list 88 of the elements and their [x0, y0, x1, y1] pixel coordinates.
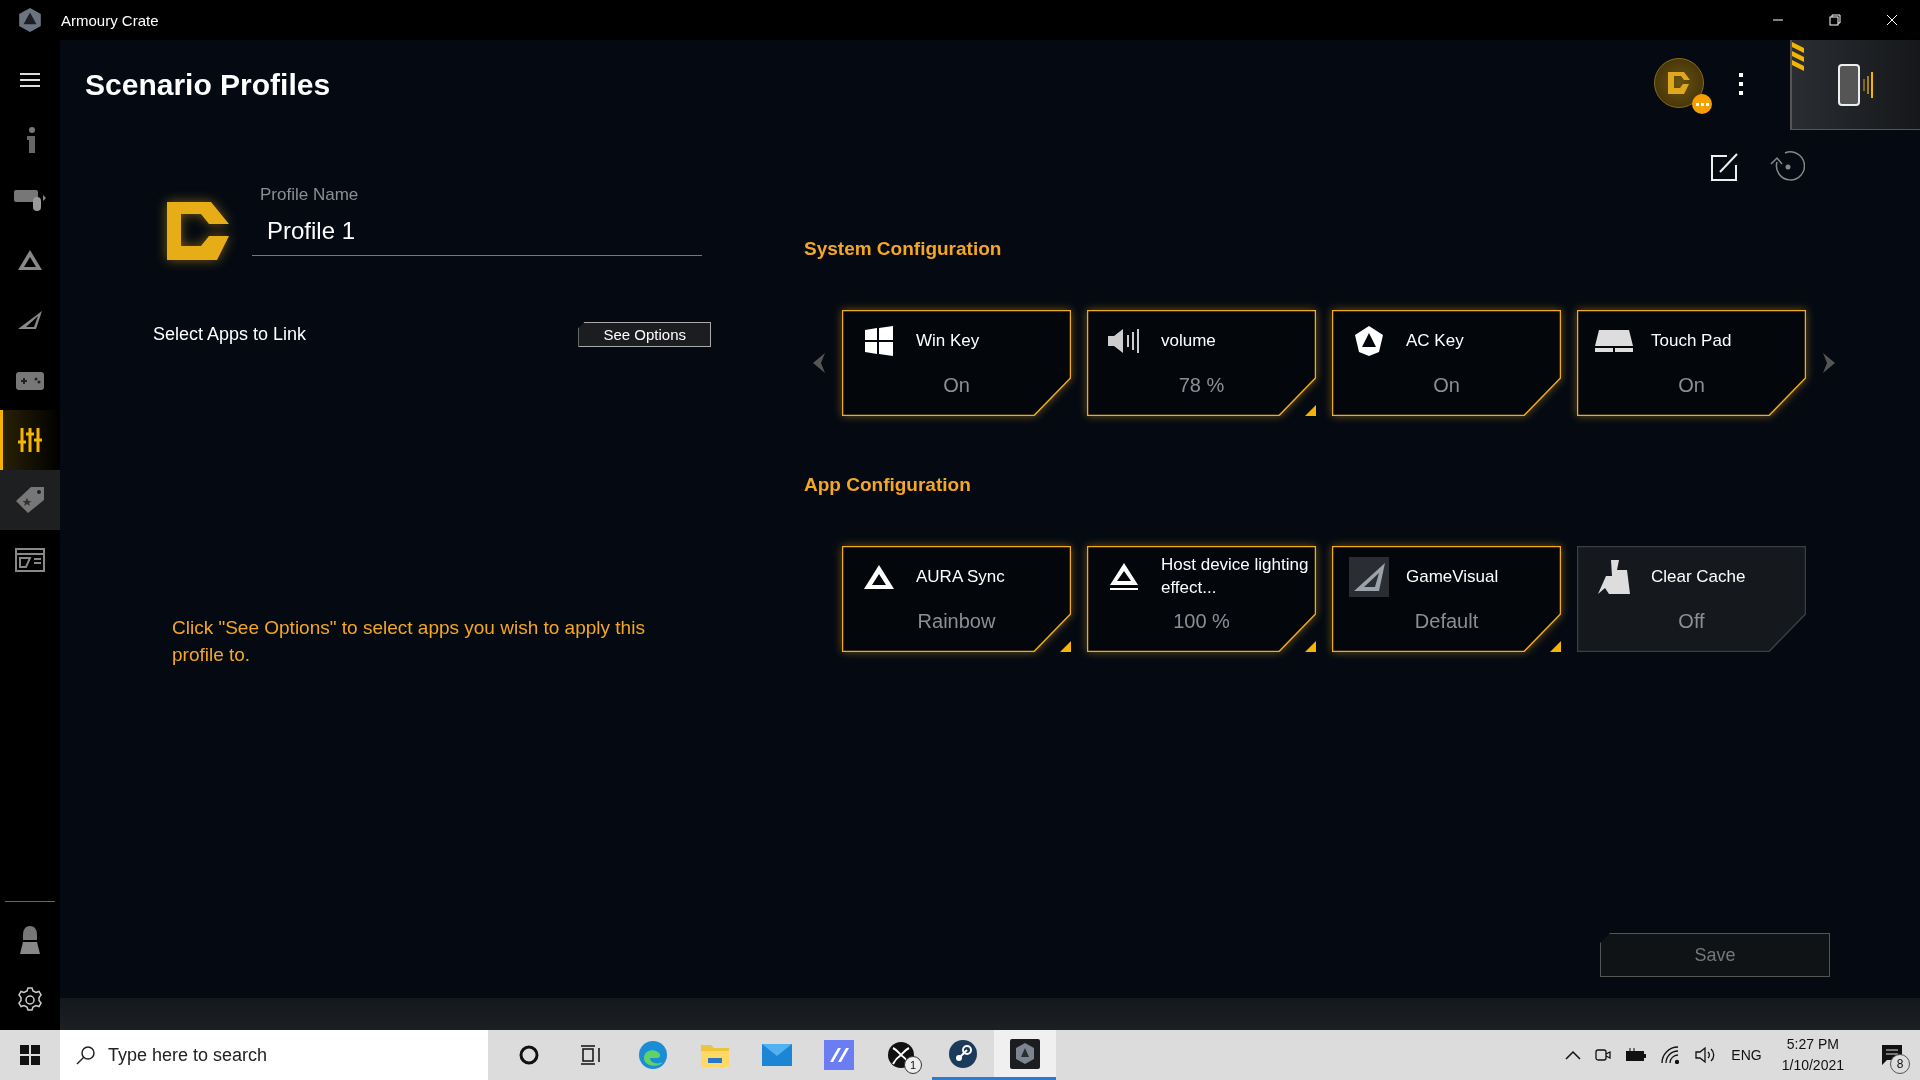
card-value: Rainbow — [916, 610, 997, 633]
device-panel-button[interactable] — [1790, 40, 1920, 130]
tag-icon — [15, 486, 45, 514]
news-panel-icon — [15, 548, 45, 572]
search-icon — [76, 1045, 96, 1065]
card-title: Clear Cache — [1651, 565, 1747, 588]
phone-signal-icon — [1837, 63, 1875, 106]
chevron-up-icon[interactable] — [1565, 1050, 1582, 1060]
slash-logo-icon — [1349, 557, 1389, 597]
notification-count: 8 — [1890, 1054, 1910, 1074]
settings-icon — [16, 986, 44, 1014]
circle-icon — [518, 1044, 540, 1066]
folder-icon — [700, 1042, 730, 1068]
close-icon — [1885, 14, 1898, 26]
page-title: Scenario Profiles — [85, 67, 331, 103]
see-options-button[interactable]: See Options — [578, 322, 711, 347]
sliders-icon — [17, 426, 43, 454]
wifi-icon[interactable] — [1661, 1046, 1682, 1064]
clock[interactable]: 5:27 PM 1/10/2021 — [1781, 1034, 1844, 1076]
battery-icon[interactable] — [1625, 1048, 1648, 1062]
card-title: Touch Pad — [1651, 329, 1733, 352]
card-value: 78 % — [1177, 374, 1226, 397]
language-indicator[interactable]: ENG — [1731, 1047, 1762, 1063]
card-title: GameVisual — [1406, 565, 1500, 588]
config-card[interactable]: volume 78 % — [1087, 310, 1316, 416]
more-options-button[interactable] — [1736, 70, 1746, 98]
touchpad-icon — [1594, 329, 1634, 353]
app-logo-icon — [1010, 1038, 1040, 1069]
config-card[interactable]: Win Key On — [842, 310, 1071, 416]
hint-text: Click "See Options" to select apps you wish to apply this profile to. — [172, 616, 646, 667]
config-card[interactable]: GameVisual Default — [1332, 546, 1561, 652]
slash-logo-icon — [16, 309, 44, 331]
d-logo-icon — [1666, 70, 1692, 96]
profile-avatar-button[interactable] — [1654, 58, 1704, 108]
card-title: Win Key — [916, 329, 981, 352]
config-card[interactable]: Clear Cache Off — [1577, 546, 1806, 652]
config-card[interactable]: AURA Sync Rainbow — [842, 546, 1071, 652]
notification-count: 1 — [904, 1056, 922, 1074]
apps-link-label: Select Apps to Link — [153, 324, 307, 345]
app-logo-icon — [17, 7, 43, 33]
config-card[interactable]: Host device lighting effect... 100 % — [1087, 546, 1316, 652]
windows-logo-icon — [20, 1045, 40, 1065]
field-label: Profile Name — [259, 185, 360, 205]
chevron-left-icon[interactable] — [812, 352, 826, 374]
section-title: System Configuration — [804, 238, 1003, 260]
a-logo-icon — [1354, 325, 1384, 357]
field-value: Profile 1 — [266, 216, 357, 245]
card-value: On — [942, 374, 971, 397]
taskbar-app[interactable] — [994, 1030, 1056, 1080]
card-title: AURA Sync — [916, 565, 1006, 588]
date-text: 1/10/2021 — [1781, 1056, 1844, 1075]
card-value: On — [1432, 374, 1461, 397]
profile-name-field[interactable]: Profile Name Profile 1 — [252, 185, 702, 256]
config-card[interactable]: Touch Pad On — [1577, 310, 1806, 416]
triangle-logo-icon — [17, 249, 43, 271]
card-title: volume — [1161, 329, 1217, 352]
edit-icon — [1709, 152, 1739, 182]
camera-icon[interactable] — [1595, 1047, 1612, 1063]
time-text: 5:27 PM — [1786, 1035, 1839, 1054]
keyboard-mouse-icon — [13, 187, 47, 213]
card-value: 100 % — [1172, 610, 1231, 633]
taskbar-app[interactable]: 1 — [870, 1030, 932, 1080]
browser-icon — [638, 1040, 668, 1070]
d-logo-icon — [165, 200, 231, 262]
restore-icon — [1828, 14, 1841, 26]
taskbar-search-field[interactable]: Type here to search — [60, 1030, 488, 1080]
menu-icon — [19, 72, 41, 88]
card-value: Default — [1413, 610, 1480, 633]
window-title: Armoury Crate — [61, 11, 159, 29]
more-badge-icon — [1692, 94, 1712, 114]
notifications-button[interactable]: 8 — [1872, 1030, 1912, 1080]
user-icon — [17, 925, 43, 955]
triangle-logo-icon — [863, 564, 895, 590]
envelope-icon — [761, 1043, 793, 1067]
chevron-right-icon[interactable] — [1822, 352, 1836, 374]
card-value: Off — [1677, 610, 1706, 633]
config-card[interactable]: AC Key On — [1332, 310, 1561, 416]
app-tile-icon — [824, 1040, 854, 1070]
broom-icon — [1597, 559, 1631, 595]
speaker-icon — [1107, 327, 1141, 355]
triangle-logo-icon — [1108, 562, 1140, 592]
task-view-icon — [580, 1044, 602, 1066]
section-title: App Configuration — [804, 474, 972, 496]
card-value: On — [1677, 374, 1706, 397]
card-title: AC Key — [1406, 329, 1465, 352]
card-title: Host device lighting effect... — [1161, 554, 1310, 599]
windows-logo-icon — [864, 326, 894, 356]
kebab-menu-icon — [1738, 72, 1744, 96]
